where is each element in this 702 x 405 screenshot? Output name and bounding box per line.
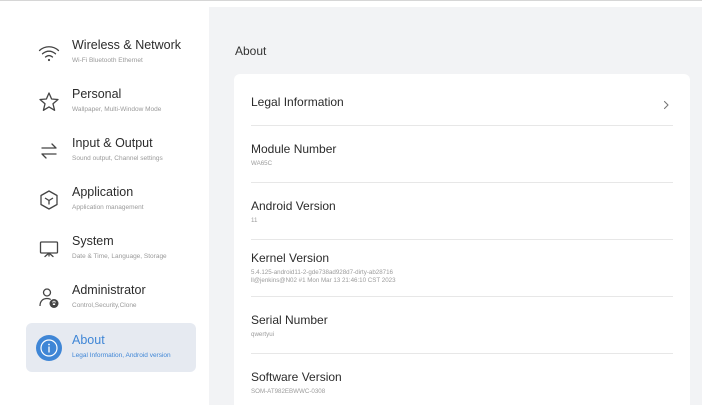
row-value: SOM-AT982EBWWC-0308: [251, 388, 326, 395]
row-value-line2: ll@jenkins@N02 #1 Mon Mar 13 21:46:10 CS…: [251, 277, 396, 284]
sidebar-item-wireless-network[interactable]: Wireless & Network Wi-Fi Bluetooth Ether…: [26, 28, 196, 77]
star-icon: [37, 90, 61, 114]
module-number-row: Module Number WA65C: [251, 126, 673, 183]
sidebar-item-title: Input & Output: [72, 136, 153, 150]
wifi-icon: [37, 41, 61, 65]
sidebar-item-about[interactable]: About Legal Information, Android version: [26, 323, 196, 372]
row-value: 11: [251, 217, 258, 224]
row-title: Android Version: [251, 199, 336, 213]
sidebar-item-subtitle: Date & Time, Language, Storage: [72, 253, 167, 260]
main-panel: About Legal Information Module Number WA…: [209, 7, 702, 405]
sidebar-item-title: About: [72, 333, 105, 347]
sidebar-item-title: Administrator: [72, 283, 146, 297]
sidebar-item-title: Personal: [72, 87, 122, 101]
row-value: 5.4.125-android11-2-gde738ad928d7-dirty-…: [251, 269, 393, 276]
sidebar-item-system[interactable]: System Date & Time, Language, Storage: [26, 224, 196, 273]
sidebar-item-subtitle: Sound output, Channel settings: [72, 155, 163, 162]
serial-number-row: Serial Number qwertyui: [251, 297, 673, 354]
kernel-version-row: Kernel Version 5.4.125-android11-2-gde73…: [251, 240, 673, 297]
sidebar: Wireless & Network Wi-Fi Bluetooth Ether…: [10, 7, 209, 405]
legal-information-row[interactable]: Legal Information: [251, 74, 673, 125]
sidebar-item-subtitle: Control,Security,Clone: [72, 302, 137, 309]
sidebar-item-personal[interactable]: Personal Wallpaper, Multi-Window Mode: [26, 77, 196, 126]
page-title: About: [235, 44, 267, 58]
about-card: Legal Information Module Number WA65C An…: [234, 74, 690, 405]
chevron-right-icon: [661, 97, 671, 110]
sidebar-item-title: Wireless & Network: [72, 38, 182, 52]
sidebar-item-administrator[interactable]: Administrator Control,Security,Clone: [26, 273, 196, 322]
row-title: Module Number: [251, 142, 337, 156]
settings-window: Wireless & Network Wi-Fi Bluetooth Ether…: [0, 0, 702, 405]
row-title: Kernel Version: [251, 251, 330, 265]
admin-user-icon: [37, 286, 61, 310]
sidebar-item-title: System: [72, 234, 114, 248]
software-version-row: Software Version SOM-AT982EBWWC-0308: [251, 354, 673, 405]
sidebar-item-input-output[interactable]: Input & Output Sound output, Channel set…: [26, 126, 196, 175]
package-icon: [37, 188, 61, 212]
sidebar-item-subtitle: Application management: [72, 204, 144, 211]
sidebar-item-subtitle: Wallpaper, Multi-Window Mode: [72, 106, 162, 113]
sidebar-item-title: Application: [72, 185, 134, 199]
row-value: qwertyui: [251, 331, 275, 338]
monitor-icon: [37, 237, 61, 261]
sidebar-item-subtitle: Wi-Fi Bluetooth Ethernet: [72, 57, 143, 64]
row-title: Serial Number: [251, 313, 328, 327]
sidebar-item-subtitle: Legal Information, Android version: [72, 352, 171, 359]
row-title: Legal Information: [251, 95, 344, 109]
row-title: Software Version: [251, 370, 342, 384]
android-version-row: Android Version 11: [251, 183, 673, 240]
info-icon: [36, 335, 62, 361]
row-value: WA65C: [251, 160, 273, 167]
swap-arrows-icon: [37, 139, 61, 163]
sidebar-item-application[interactable]: Application Application management: [26, 175, 196, 224]
